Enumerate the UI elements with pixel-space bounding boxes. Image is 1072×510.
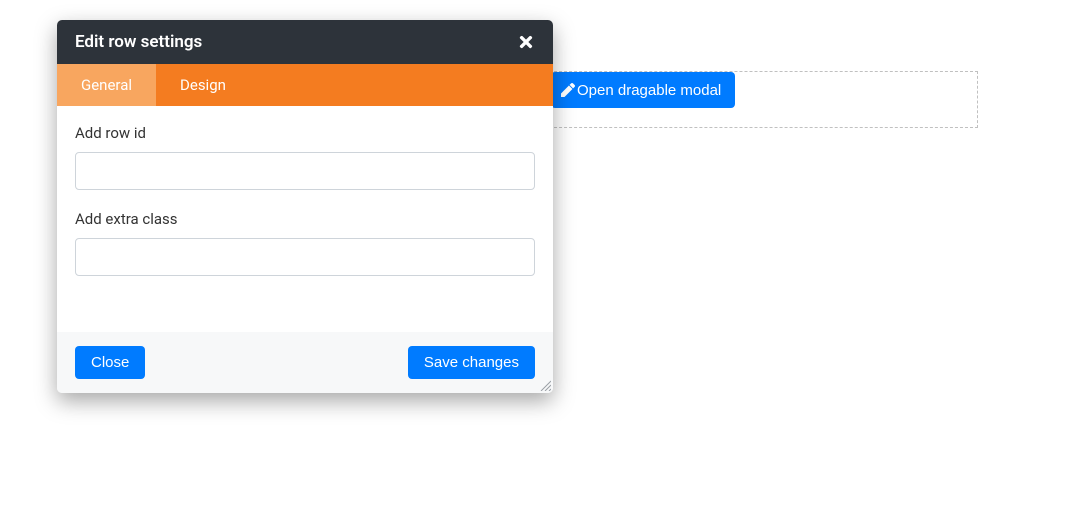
modal-header[interactable]: Edit row settings <box>57 20 553 64</box>
modal-title: Edit row settings <box>75 32 202 52</box>
modal-tabs: General Design <box>57 64 553 106</box>
extra-class-input[interactable] <box>75 238 535 276</box>
close-button-label: Close <box>91 354 129 371</box>
save-changes-button[interactable]: Save changes <box>408 346 535 379</box>
modal-footer: Close Save changes <box>57 332 553 393</box>
tab-label: Design <box>180 76 226 94</box>
open-modal-label: Open dragable modal <box>577 82 721 99</box>
open-dragable-modal-button[interactable]: Open dragable modal <box>551 72 735 108</box>
tab-label: General <box>81 76 132 94</box>
row-id-input[interactable] <box>75 152 535 190</box>
save-button-label: Save changes <box>424 354 519 371</box>
resize-handle-icon[interactable] <box>539 379 551 391</box>
close-button[interactable]: Close <box>75 346 145 379</box>
form-group-extra-class: Add extra class <box>75 210 535 276</box>
tab-general[interactable]: General <box>57 64 156 106</box>
modal-body: Add row id Add extra class <box>57 106 553 332</box>
form-group-row-id: Add row id <box>75 124 535 190</box>
tab-design[interactable]: Design <box>156 64 250 106</box>
extra-class-label: Add extra class <box>75 210 535 228</box>
edit-row-settings-modal: Edit row settings General Design Add row… <box>57 20 553 393</box>
row-id-label: Add row id <box>75 124 535 142</box>
pencil-icon <box>561 83 575 97</box>
close-icon[interactable] <box>517 33 535 51</box>
